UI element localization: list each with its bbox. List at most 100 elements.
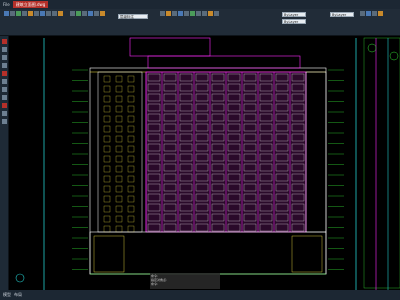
tool-hatch-icon[interactable] [1, 87, 7, 92]
block-icon[interactable] [208, 11, 213, 16]
move-icon[interactable] [40, 11, 45, 16]
tool-circle-icon[interactable] [1, 63, 7, 68]
tower-window [127, 165, 135, 173]
tower-window [103, 145, 111, 153]
tower-window [115, 205, 123, 213]
tower-window [115, 125, 123, 133]
measure-icon[interactable] [360, 11, 365, 16]
model-tab[interactable]: 模型 [3, 292, 11, 298]
tower-window [103, 115, 111, 123]
status-bar: 模型 布局 [0, 290, 400, 300]
tower-window [103, 195, 111, 203]
drawing-canvas[interactable] [9, 36, 400, 290]
tool-arc-icon[interactable] [1, 71, 7, 76]
command-line[interactable]: 命令: [151, 282, 219, 286]
tool-move-icon[interactable] [1, 111, 7, 116]
layer-lock-icon[interactable] [172, 11, 177, 16]
lineweight-combo[interactable]: ByLayer [330, 12, 354, 17]
tower-window [103, 175, 111, 183]
polyline-icon[interactable] [10, 11, 15, 16]
tower-window [115, 75, 123, 83]
offset-icon[interactable] [76, 11, 81, 16]
layout-tab[interactable]: 布局 [14, 292, 22, 298]
tower-window [127, 155, 135, 163]
tower-window [127, 175, 135, 183]
circle-icon[interactable] [16, 11, 21, 16]
tower-window [127, 205, 135, 213]
tool-line-icon[interactable] [1, 47, 7, 52]
tower-window [115, 225, 123, 233]
leader-icon[interactable] [196, 11, 201, 16]
linetype-combo[interactable]: ByLayer [282, 19, 306, 24]
view-icon[interactable] [378, 11, 383, 16]
mirror-icon[interactable] [70, 11, 75, 16]
tower-window [103, 215, 111, 223]
trim-icon[interactable] [58, 11, 63, 16]
tool-polyline-icon[interactable] [1, 55, 7, 60]
ucs-icon [15, 273, 25, 283]
text-icon[interactable] [184, 11, 189, 16]
tower-window [127, 135, 135, 143]
fillet-icon[interactable] [100, 11, 105, 16]
layer-combo[interactable]: 层级标注 [118, 14, 148, 19]
tower-window [127, 185, 135, 193]
copy-icon[interactable] [46, 11, 51, 16]
roof-structure [129, 37, 211, 57]
clipboard-icon[interactable] [372, 11, 377, 16]
line-icon[interactable] [4, 11, 9, 16]
tower-window [103, 165, 111, 173]
tower-window [127, 125, 135, 133]
tower-window [127, 95, 135, 103]
document-tab[interactable]: 建筑立面图.dwg [12, 1, 49, 8]
tool-select-icon[interactable] [1, 39, 7, 44]
tower-window [127, 225, 135, 233]
file-menu[interactable]: File [3, 2, 10, 7]
tower-window [103, 125, 111, 133]
stretch-icon[interactable] [94, 11, 99, 16]
table-icon[interactable] [202, 11, 207, 16]
tower-window [115, 165, 123, 173]
tower-window [127, 195, 135, 203]
tower-window [115, 175, 123, 183]
roof-parapet [147, 55, 301, 69]
tower-window [103, 205, 111, 213]
tower-window [127, 75, 135, 83]
dimension-icon[interactable] [190, 11, 195, 16]
layer-freeze-icon[interactable] [166, 11, 171, 16]
tower-window [103, 105, 111, 113]
tower-window [115, 95, 123, 103]
layer-match-icon[interactable] [178, 11, 183, 16]
tower-window [127, 115, 135, 123]
tool-rect-icon[interactable] [1, 79, 7, 84]
tower-window [115, 115, 123, 123]
tower-window [115, 215, 123, 223]
tower-window [115, 185, 123, 193]
tower-window [127, 105, 135, 113]
tower-window [103, 95, 111, 103]
right-column [305, 71, 327, 233]
tower-window [103, 85, 111, 93]
left-tower-windows [103, 75, 135, 233]
tool-erase-icon[interactable] [1, 119, 7, 124]
scale-icon[interactable] [88, 11, 93, 16]
properties-icon[interactable] [366, 11, 371, 16]
rectangle-icon[interactable] [28, 11, 33, 16]
tower-window [127, 145, 135, 153]
color-combo[interactable]: ByLayer [282, 12, 306, 17]
command-window[interactable]: 命令: 指定对角点: 命令: [150, 273, 220, 289]
tower-window [103, 185, 111, 193]
detail-drawing [363, 37, 400, 290]
tower-window [115, 135, 123, 143]
podium-right-bay [291, 235, 323, 273]
tool-text-icon[interactable] [1, 95, 7, 100]
ribbon: 层级标注 ByLayer ByLayer ByLayer [0, 9, 400, 36]
podium-left-bay [93, 235, 125, 273]
podium [89, 231, 327, 275]
array-icon[interactable] [82, 11, 87, 16]
layer-icon[interactable] [160, 11, 165, 16]
arc-icon[interactable] [22, 11, 27, 16]
insert-icon[interactable] [214, 11, 219, 16]
tool-block-icon[interactable] [1, 103, 7, 108]
rotate-icon[interactable] [52, 11, 57, 16]
hatch-icon[interactable] [34, 11, 39, 16]
